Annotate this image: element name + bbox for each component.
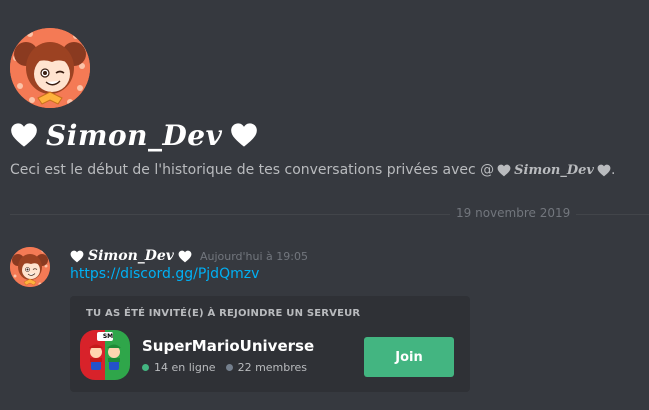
profile-name: Simon_Dev — [10, 115, 258, 155]
heart-icon — [70, 250, 84, 263]
message-avatar[interactable] — [10, 247, 50, 287]
member-count-label: 22 membres — [237, 360, 308, 374]
server-info: SuperMarioUniverse 14 en ligne 22 membre… — [142, 337, 314, 374]
heart-icon — [178, 250, 192, 263]
online-dot-icon — [142, 363, 149, 371]
heart-icon — [597, 164, 611, 177]
server-name[interactable]: SuperMarioUniverse — [142, 337, 314, 355]
message-author[interactable]: Simon_Dev — [88, 248, 174, 264]
avatar-image — [10, 247, 50, 287]
date-divider-label: 19 novembre 2019 — [450, 206, 577, 220]
intro-suffix: . — [610, 162, 616, 178]
online-count: 14 en ligne — [142, 361, 216, 374]
online-count-label: 14 en ligne — [154, 360, 216, 374]
join-button[interactable]: Join — [364, 337, 454, 377]
member-count: 22 membres — [225, 360, 308, 374]
profile-username: Simon_Dev — [46, 118, 223, 152]
members-dot-icon — [225, 363, 233, 371]
dm-channel: Simon_Dev Ceci est le début de l'histori… — [0, 0, 649, 410]
message-header: Simon_Dev Aujourd'hui à 19:05 — [70, 246, 308, 266]
heart-icon — [10, 122, 38, 148]
conversation-intro: Ceci est le début de l'historique de tes… — [10, 162, 615, 178]
message-timestamp: Aujourd'hui à 19:05 — [199, 249, 308, 263]
intro-text: Ceci est le début de l'historique de tes… — [10, 162, 495, 178]
server-stats: 14 en ligne 22 membres — [142, 361, 314, 374]
heart-icon — [230, 122, 258, 148]
profile-avatar[interactable] — [10, 28, 90, 108]
heart-icon — [497, 164, 511, 177]
invite-heading: TU AS ÉTÉ INVITÉ(E) À REJOINDRE UN SERVE… — [86, 308, 361, 319]
invite-link[interactable]: https://discord.gg/PjdQmzv — [70, 266, 259, 282]
intro-mention-name[interactable]: Simon_Dev — [514, 163, 594, 178]
server-icon-badge: SM — [102, 333, 114, 340]
server-invite-card: TU AS ÉTÉ INVITÉ(E) À REJOINDRE UN SERVE… — [70, 296, 470, 392]
avatar-image — [10, 28, 90, 108]
